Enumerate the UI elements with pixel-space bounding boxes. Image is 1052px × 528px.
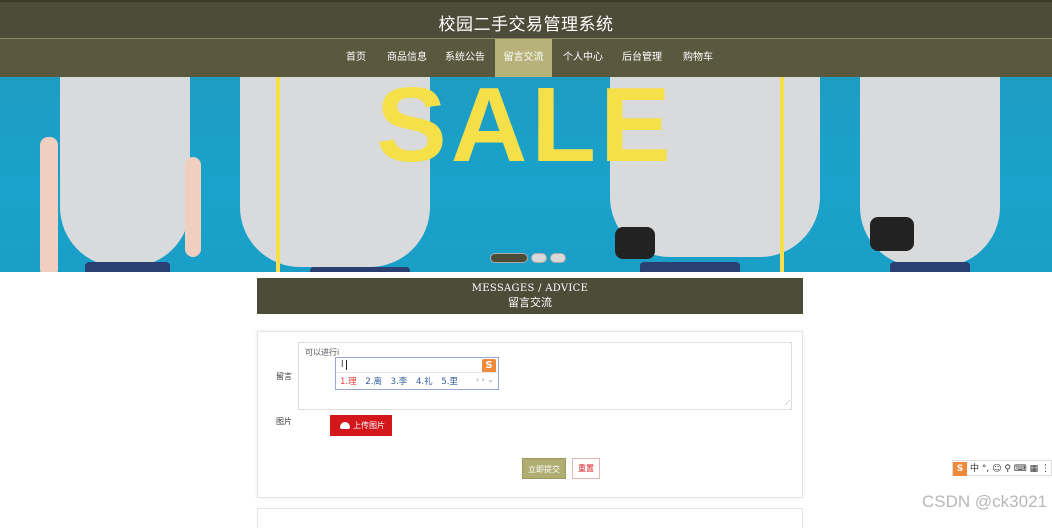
message-list-card	[257, 508, 803, 528]
upload-image-button[interactable]: 上传图片	[330, 415, 392, 436]
upload-label: 上传图片	[353, 421, 385, 430]
ime-logo-icon: S	[482, 359, 496, 373]
watermark: CSDN @ck3021	[922, 492, 1047, 511]
ime-composition: l	[341, 360, 344, 370]
resize-handle-icon[interactable]: ⟋	[785, 399, 790, 408]
ime-candidate[interactable]: 2.离	[365, 377, 382, 387]
reset-button[interactable]: 重置	[572, 458, 600, 479]
site-title: 校园二手交易管理系统	[438, 15, 614, 35]
nav-item-messages[interactable]: 留言交流	[495, 39, 552, 77]
section-title-en: MESSAGES / ADVICE	[471, 283, 589, 294]
nav-item-products[interactable]: 商品信息	[382, 39, 432, 77]
nav-item-profile[interactable]: 个人中心	[558, 39, 608, 77]
ime-candidate[interactable]: 1.理	[340, 377, 357, 387]
ime-caret	[346, 360, 347, 370]
nav-item-home[interactable]: 首页	[337, 39, 375, 77]
message-label: 留言	[276, 372, 292, 381]
carousel-dot[interactable]	[550, 253, 566, 263]
nav-item-cart[interactable]: 购物车	[676, 39, 720, 77]
section-header: MESSAGES / ADVICE 留言交流	[257, 278, 803, 314]
ime-candidates: 1.理 2.离 3.李 4.礼 5.里	[340, 375, 464, 387]
nav-item-admin[interactable]: 后台管理	[617, 39, 667, 77]
ime-toolbar[interactable]: S中 °, ☺ ⚲ ⌨ ▦ ⋮	[952, 460, 1052, 476]
ime-candidate-window[interactable]: l S 1.理 2.离 3.李 4.礼 5.里 ‹ › ⌄	[335, 357, 499, 390]
cloud-upload-icon	[340, 422, 350, 429]
ime-candidate[interactable]: 3.李	[391, 377, 408, 387]
message-text: 可以进行i	[305, 348, 340, 357]
ime-candidate[interactable]: 5.里	[441, 377, 458, 387]
sale-text: SALE	[376, 77, 675, 184]
ime-toolbar-logo-icon: S	[953, 462, 967, 476]
banner-carousel[interactable]: SALE	[0, 77, 1052, 272]
section-title-cn: 留言交流	[508, 296, 552, 309]
carousel-dot[interactable]	[490, 253, 528, 263]
carousel-dot[interactable]	[531, 253, 547, 263]
submit-button[interactable]: 立即提交	[522, 458, 566, 479]
carousel-indicators	[490, 253, 570, 265]
main-nav: 首页 商品信息 系统公告 留言交流 个人中心 后台管理 购物车	[0, 38, 1052, 77]
ime-candidate[interactable]: 4.礼	[416, 377, 433, 387]
site-header: 校园二手交易管理系统	[0, 0, 1052, 38]
ime-page-arrows-icon[interactable]: ‹ › ⌄	[476, 375, 494, 384]
image-label: 图片	[276, 417, 292, 426]
ime-toolbar-items: 中 °, ☺ ⚲ ⌨ ▦ ⋮	[970, 464, 1050, 474]
nav-item-announcements[interactable]: 系统公告	[440, 39, 490, 77]
message-form: 留言 可以进行i ⟋ l S 1.理 2.离 3.李 4.礼 5.里 ‹ › ⌄…	[257, 331, 803, 498]
